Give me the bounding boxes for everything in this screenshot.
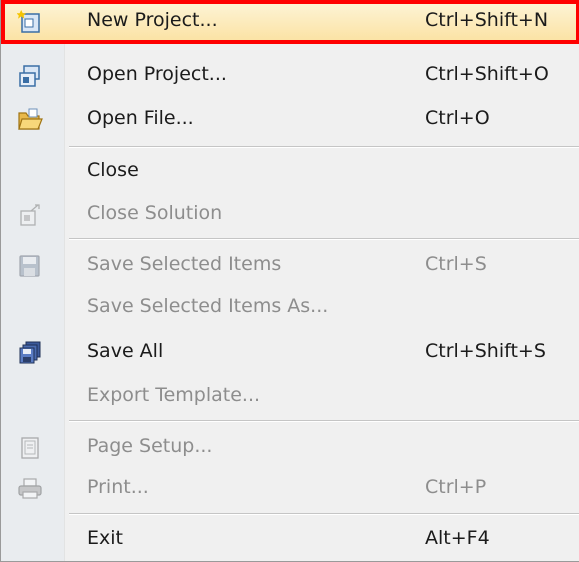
menu-item-export-template[interactable]: Export Template... <box>1 375 579 419</box>
menu-item-label: Close <box>87 159 139 181</box>
menu-item-print[interactable]: Print... Ctrl+P <box>1 467 579 511</box>
menu-item-label: Save Selected Items As... <box>87 295 329 317</box>
menu-separator <box>69 146 579 148</box>
printer-icon <box>17 477 43 501</box>
menu-item-close-solution[interactable]: Close Solution <box>1 193 579 237</box>
menu-item-open-file[interactable]: Open File... Ctrl+O <box>1 98 579 142</box>
new-project-icon <box>16 10 43 34</box>
menu-item-open-project[interactable]: Open Project... Ctrl+Shift+O <box>1 54 579 98</box>
menu-item-exit[interactable]: Exit Alt+F4 <box>1 518 579 562</box>
menu-item-shortcut: Alt+F4 <box>425 527 490 549</box>
open-folder-icon <box>17 108 43 132</box>
menu-item-shortcut: Ctrl+O <box>425 107 490 129</box>
file-menu: New Project... Ctrl+Shift+N Open Project… <box>0 0 579 562</box>
menu-separator <box>69 420 579 422</box>
menu-item-save-selected-items-as[interactable]: Save Selected Items As... <box>1 286 579 330</box>
menu-item-page-setup[interactable]: Page Setup... <box>1 426 579 470</box>
menu-item-shortcut: Ctrl+Shift+N <box>425 9 549 31</box>
menu-item-save-all[interactable]: Save All Ctrl+Shift+S <box>1 331 579 375</box>
save-all-icon <box>17 341 43 365</box>
menu-item-label: Save All <box>87 340 164 362</box>
menu-separator <box>69 238 579 240</box>
menu-item-label: Exit <box>87 527 123 549</box>
menu-item-close[interactable]: Close <box>1 150 579 194</box>
menu-item-shortcut: Ctrl+P <box>425 476 487 498</box>
menu-item-label: Export Template... <box>87 384 261 406</box>
menu-item-label: Print... <box>87 476 149 498</box>
menu-item-shortcut: Ctrl+Shift+O <box>425 63 549 85</box>
menu-item-label: Close Solution <box>87 202 223 224</box>
menu-item-shortcut: Ctrl+Shift+S <box>425 340 546 362</box>
menu-item-new-project[interactable]: New Project... Ctrl+Shift+N <box>1 0 579 44</box>
menu-item-label: Open File... <box>87 107 194 129</box>
open-project-icon <box>17 64 43 88</box>
menu-separator <box>69 513 579 515</box>
menu-item-label: New Project... <box>87 9 218 31</box>
menu-item-shortcut: Ctrl+S <box>425 253 487 275</box>
menu-item-label: Page Setup... <box>87 435 213 457</box>
menu-item-label: Open Project... <box>87 63 227 85</box>
menu-item-label: Save Selected Items <box>87 253 282 275</box>
close-solution-icon <box>17 203 43 227</box>
page-setup-icon <box>17 436 43 460</box>
save-icon <box>17 254 43 278</box>
menu-item-save-selected-items[interactable]: Save Selected Items Ctrl+S <box>1 244 579 288</box>
